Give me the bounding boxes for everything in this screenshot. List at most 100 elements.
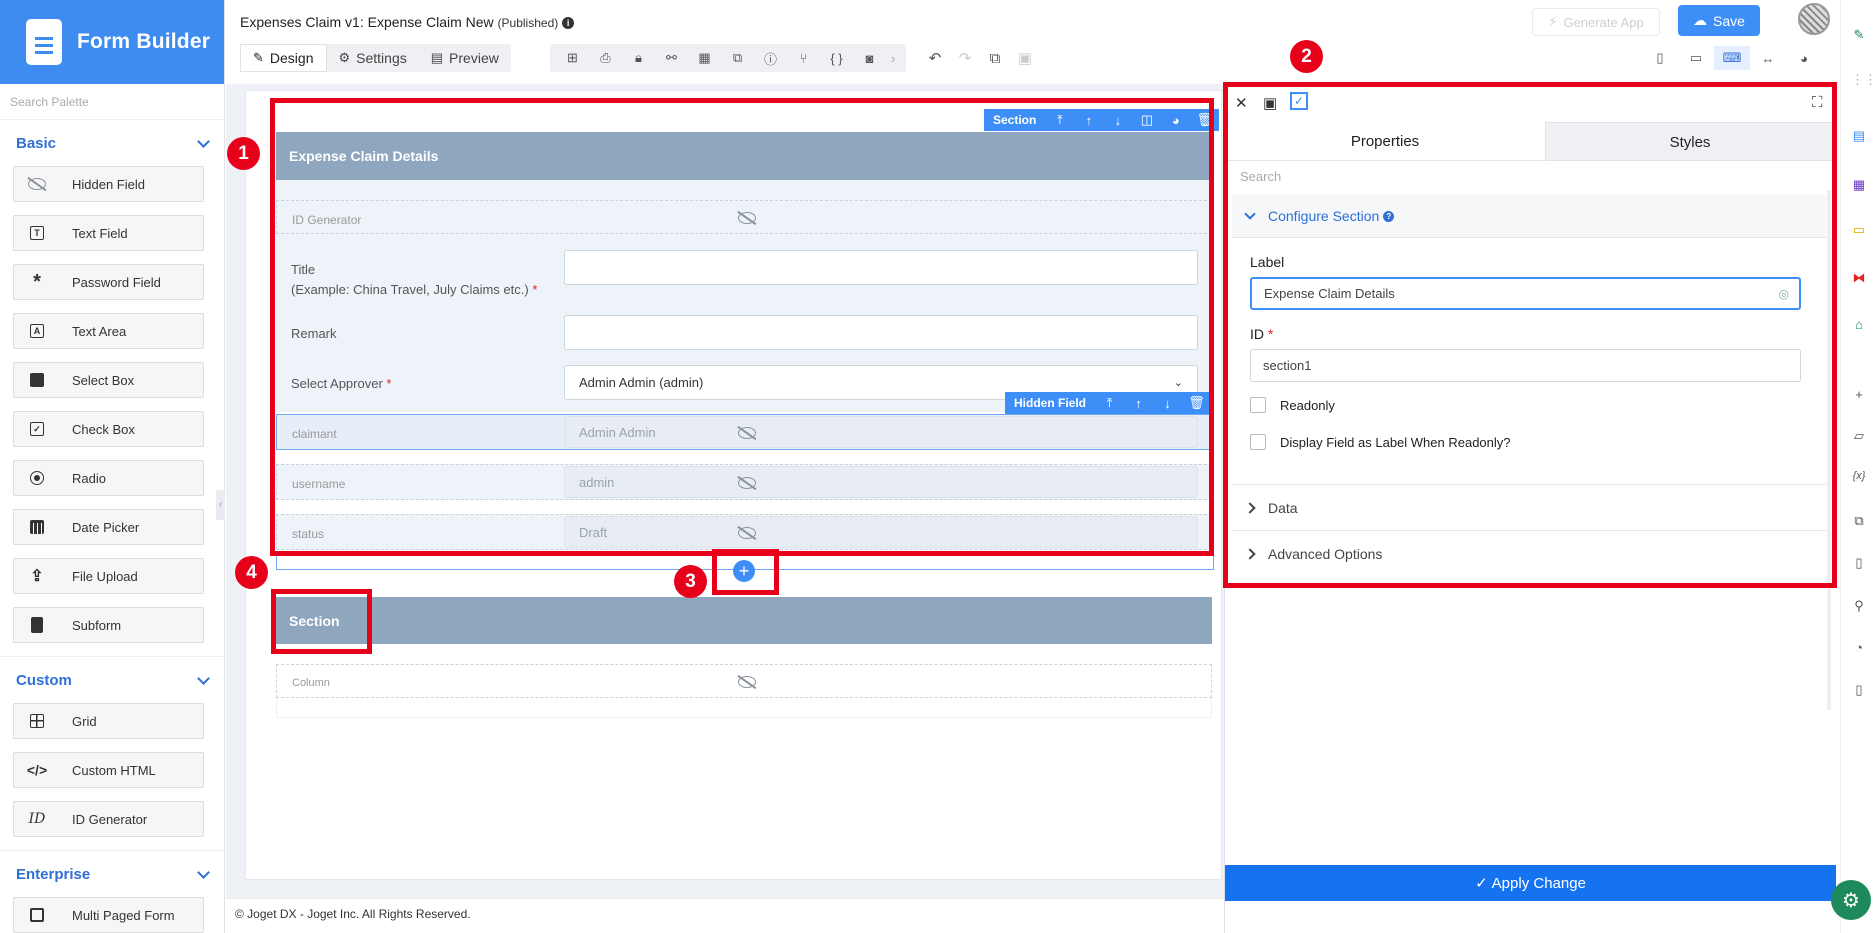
mode-tabs: ✎ Design ⚙ Settings ▤ Preview [240, 44, 511, 72]
userview-icon[interactable]: ▭ [1851, 222, 1867, 238]
design-tools-icon: ✎ [253, 50, 264, 65]
form-status: (Published) [497, 16, 559, 30]
translate-icon[interactable]: ⧉ [721, 50, 754, 66]
chevron-right-icon[interactable]: › [886, 51, 900, 66]
palette-item-text-field[interactable]: T Text Field [13, 215, 204, 251]
brand-header: Form Builder [0, 0, 224, 84]
footer-text: © Joget DX - Joget Inc. All Rights Reser… [235, 907, 471, 921]
avatar[interactable] [1798, 3, 1830, 35]
annotation-box-1 [270, 98, 1214, 556]
tab-design[interactable]: ✎ Design [240, 44, 327, 72]
palette-item-label: ID Generator [72, 811, 148, 827]
paste-icon[interactable]: ▣ [1010, 49, 1040, 67]
annotation-badge-2: 2 [1290, 40, 1323, 73]
palette-item-select-box[interactable]: Select Box [13, 362, 204, 398]
note-icon[interactable]: ▱ [1851, 428, 1867, 444]
phone-icon[interactable]: ▯ [1642, 46, 1678, 70]
palette-item-label: Text Area [72, 323, 127, 339]
redo-icon[interactable]: ↷ [950, 49, 980, 67]
palette-item-hidden-field[interactable]: Hidden Field [13, 166, 204, 202]
sticker-icon[interactable]: ▯ [1851, 682, 1867, 698]
palette-item-radio[interactable]: Radio [13, 460, 204, 496]
select-box-icon [26, 371, 48, 389]
palette-item-label: File Upload [72, 568, 138, 584]
palette-icon[interactable]: ◕ [1786, 46, 1822, 70]
gauge-icon[interactable]: ◔ [1851, 640, 1867, 656]
document-icon[interactable]: ▯ [1851, 555, 1867, 571]
palette-search-input[interactable]: Search Palette [0, 84, 224, 120]
export-icon[interactable]: ⎙ [589, 50, 622, 66]
palette-group-label: Basic [16, 134, 57, 152]
edit-icon[interactable]: ✎ [1851, 27, 1867, 43]
section-header[interactable]: Section [276, 597, 1212, 644]
laptop-icon[interactable]: ⌨ [1714, 46, 1750, 70]
copy-icon[interactable]: ⧉ [980, 50, 1010, 67]
lightning-icon: ⚡︎ [1548, 14, 1558, 29]
gears-icon: ⚙ [1842, 889, 1860, 912]
annotation-box-4 [271, 589, 372, 654]
palette-group-label: Custom [16, 671, 72, 689]
tab-preview[interactable]: ▤ Preview [419, 44, 511, 72]
palette-item-grid[interactable]: Grid [13, 703, 204, 739]
palette-group-enterprise[interactable]: Enterprise [0, 851, 224, 897]
palette-item-subform[interactable]: Subform [13, 607, 204, 643]
info-icon[interactable]: i [562, 17, 575, 29]
tab-settings[interactable]: ⚙ Settings [327, 44, 419, 72]
palette-group-custom[interactable]: Custom [0, 657, 224, 703]
drag-handle-icon[interactable]: ⋮⋮ [1851, 72, 1876, 88]
branch-icon[interactable]: ⑂ [787, 51, 820, 66]
annotation-box-3 [712, 549, 779, 595]
undo-icon[interactable]: ↶ [920, 49, 950, 67]
palette-item-label: Hidden Field [72, 176, 145, 192]
plus-icon[interactable]: + [1851, 387, 1867, 403]
braces-icon[interactable]: { } [820, 51, 853, 66]
translate-icon[interactable]: ⧉ [1851, 513, 1867, 529]
generate-app-button[interactable]: ⚡︎ Generate App [1532, 8, 1660, 36]
palette-group-basic[interactable]: Basic [0, 120, 224, 166]
tablet-icon[interactable]: ▭ [1678, 46, 1714, 70]
top-bar: Expenses Claim v1: Expense Claim New (Pu… [226, 0, 1840, 84]
settings-fab[interactable]: ⚙ [1831, 880, 1871, 920]
palette-sidebar: Form Builder Search Palette Basic Hidden… [0, 0, 225, 933]
palette-item-label: Radio [72, 470, 106, 486]
annotation-badge-3: 3 [674, 565, 707, 598]
tree-icon[interactable]: ⊞ [556, 50, 589, 66]
annotation-badge-1: 1 [227, 137, 260, 170]
palette-item-date-picker[interactable]: Date Picker [13, 509, 204, 545]
collapse-palette-handle[interactable]: ‹ [216, 490, 225, 520]
checkbox-icon: ✓ [26, 420, 48, 438]
palette-item-check-box[interactable]: ✓ Check Box [13, 411, 204, 447]
palette-item-text-area[interactable]: A Text Area [13, 313, 204, 349]
upload-icon: ⇪ [30, 568, 44, 585]
check-icon: ✓ [1475, 875, 1488, 892]
variable-icon[interactable]: {x} [1851, 468, 1867, 484]
chevron-down-icon [197, 671, 210, 685]
camera-icon[interactable]: ◙ [853, 51, 886, 66]
palette-item-custom-html[interactable]: </> Custom HTML [13, 752, 204, 788]
text-field-icon: T [26, 224, 48, 242]
form-icon[interactable]: ▤ [1851, 128, 1867, 144]
palette-item-id-generator[interactable]: ID ID Generator [13, 801, 204, 837]
column-row[interactable]: Column [276, 664, 1212, 698]
palette-item-file-upload[interactable]: ⇪ File Upload [13, 558, 204, 594]
help-icon[interactable]: ⓘ [754, 49, 787, 68]
paint-icon[interactable]: ⌂ [1851, 317, 1867, 333]
binoculars-icon[interactable]: ⚯ [655, 50, 688, 66]
lock-icon[interactable]: 🔒︎ [622, 50, 655, 66]
datalist-icon[interactable]: ▦ [1851, 177, 1867, 193]
palette-item-label: Text Field [72, 225, 128, 241]
process-icon[interactable]: ⧓ [1851, 270, 1867, 286]
undo-redo-group: ↶ ↷ ⧉ ▣ [920, 44, 1040, 72]
palette-item-password-field[interactable]: * Password Field [13, 264, 204, 300]
palette-item-label: Select Box [72, 372, 135, 388]
apply-change-button[interactable]: ✓ Apply Change [1225, 865, 1836, 901]
table-icon[interactable]: ▦ [688, 50, 721, 66]
palette-item-label: Check Box [72, 421, 135, 437]
form-title: Expenses Claim v1: Expense Claim New (Pu… [240, 14, 575, 30]
expand-width-icon[interactable]: ↔ [1750, 46, 1786, 70]
pages-icon [26, 906, 48, 924]
save-button[interactable]: ☁ Save [1678, 5, 1760, 36]
footer: © Joget DX - Joget Inc. All Rights Reser… [226, 898, 1224, 933]
palette-item-multi-paged-form[interactable]: Multi Paged Form [13, 897, 204, 933]
plug-icon[interactable]: ⚲ [1851, 598, 1867, 614]
